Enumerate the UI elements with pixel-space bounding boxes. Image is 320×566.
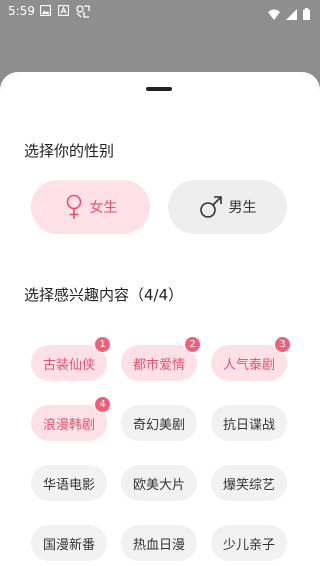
app-notification-icon — [58, 5, 69, 18]
wifi-icon — [268, 5, 280, 24]
selection-order-badge: 1 — [94, 336, 111, 353]
interest-chip-label: 人气泰剧 — [222, 357, 275, 373]
interest-chip-label: 国漫新番 — [42, 537, 95, 553]
interest-chip[interactable]: 爆笑综艺 — [211, 465, 287, 501]
male-option-button[interactable]: 男生 — [168, 180, 287, 234]
interest-chip[interactable]: 都市爱情 2 — [121, 336, 201, 381]
status-time: 5:59 — [8, 4, 35, 18]
interest-chip-label: 欧美大片 — [132, 477, 185, 493]
interest-chip[interactable]: 人气泰剧 3 — [211, 336, 291, 381]
interest-chip-label: 热血日漫 — [132, 537, 185, 553]
interest-chip-label: 少儿亲子 — [222, 537, 275, 553]
interest-chip[interactable]: 国漫新番 — [31, 525, 107, 561]
status-bar: 5:59 — [0, 0, 320, 24]
interest-chip-label: 古装仙侠 — [42, 357, 95, 373]
app-logo-notification-icon — [76, 5, 90, 18]
selection-order-badge: 4 — [94, 396, 111, 413]
gender-section-title: 选择你的性别 — [24, 142, 115, 160]
interest-chip-label: 奇幻美剧 — [132, 417, 185, 433]
interest-chip[interactable]: 热血日漫 — [121, 525, 197, 561]
interest-chip-label: 爆笑综艺 — [222, 477, 275, 493]
female-icon — [64, 194, 84, 220]
female-option-label: 女生 — [89, 200, 118, 216]
interest-chip[interactable]: 欧美大片 — [121, 465, 197, 501]
battery-icon — [303, 5, 310, 24]
interest-chip[interactable]: 浪漫韩剧 4 — [31, 396, 111, 441]
image-notification-icon — [40, 5, 51, 18]
interest-chip-label: 华语电影 — [42, 477, 95, 493]
selection-order-badge: 3 — [274, 336, 291, 353]
male-option-label: 男生 — [228, 200, 257, 216]
interest-chip-label: 浪漫韩剧 — [42, 417, 95, 433]
interest-chip[interactable]: 抗日谍战 — [211, 405, 287, 441]
female-option-button[interactable]: 女生 — [31, 180, 150, 234]
bottom-sheet: 选择你的性别 女生 男生 选择感兴趣内容（4/4） 古装仙侠 1 都市爱情 2 … — [0, 72, 320, 566]
interest-chip[interactable]: 古装仙侠 1 — [31, 336, 111, 381]
interest-chip[interactable]: 华语电影 — [31, 465, 107, 501]
selection-order-badge: 2 — [184, 336, 201, 353]
interest-chip-label: 抗日谍战 — [222, 417, 275, 433]
male-icon — [199, 195, 223, 219]
interest-chip[interactable]: 奇幻美剧 — [121, 405, 197, 441]
interest-chip-label: 都市爱情 — [132, 357, 185, 373]
drag-handle[interactable] — [146, 87, 172, 91]
signal-icon — [286, 5, 297, 24]
interest-chip[interactable]: 少儿亲子 — [211, 525, 287, 561]
interest-section-title: 选择感兴趣内容（4/4） — [24, 286, 184, 304]
